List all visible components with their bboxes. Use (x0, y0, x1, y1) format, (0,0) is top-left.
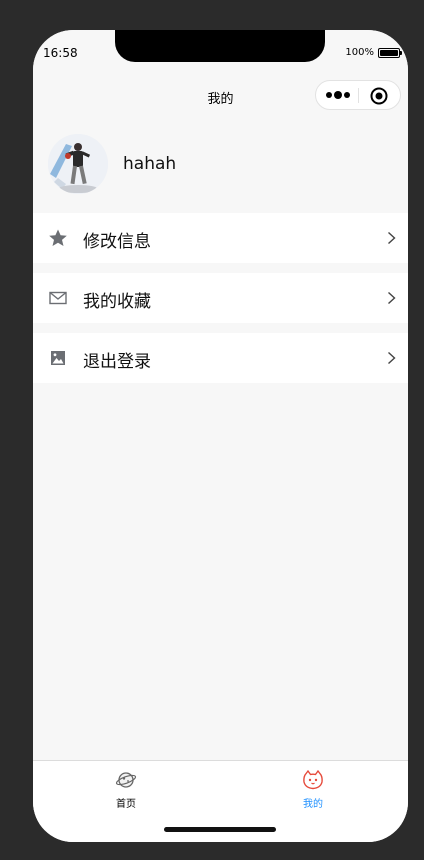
tab-label: 我的 (303, 799, 323, 810)
username: hahah (123, 154, 177, 174)
menu-item-edit-info[interactable]: 修改信息 (33, 213, 408, 263)
user-photo (48, 134, 108, 194)
home-indicator (164, 827, 276, 832)
phone-screen: 16:58 100% 我的 hahah 修改信息 我的收藏 退出登录 首页 我的 (33, 30, 408, 842)
menu-capsule (315, 80, 401, 110)
capsule-divider (358, 88, 359, 103)
mail-icon (49, 291, 67, 305)
more-dots-icon[interactable] (325, 89, 351, 101)
chevron-right-icon (388, 351, 396, 365)
chevron-right-icon (388, 231, 396, 245)
chevron-right-icon (388, 291, 396, 305)
image-icon (51, 351, 65, 365)
menu-item-favorites[interactable]: 我的收藏 (33, 273, 408, 323)
profile-header: hahah (33, 118, 408, 210)
battery-icon (378, 47, 402, 58)
device-notch (115, 30, 325, 62)
battery-status: 100% (345, 47, 402, 58)
star-icon (49, 229, 67, 246)
menu-label: 我的收藏 (83, 292, 151, 312)
menu-item-logout[interactable]: 退出登录 (33, 333, 408, 383)
tab-home[interactable]: 首页 (96, 769, 156, 810)
tab-label: 首页 (116, 799, 136, 810)
battery-percent: 100% (345, 47, 374, 58)
menu-label: 退出登录 (83, 352, 151, 372)
avatar[interactable] (48, 134, 108, 194)
target-circle-icon[interactable] (370, 87, 388, 105)
menu-label: 修改信息 (83, 232, 151, 252)
tab-mine[interactable]: 我的 (283, 769, 343, 810)
navigation-bar: 我的 (33, 74, 408, 118)
status-time: 16:58 (43, 46, 78, 60)
planet-icon (115, 772, 137, 788)
cat-face-icon (303, 769, 323, 790)
